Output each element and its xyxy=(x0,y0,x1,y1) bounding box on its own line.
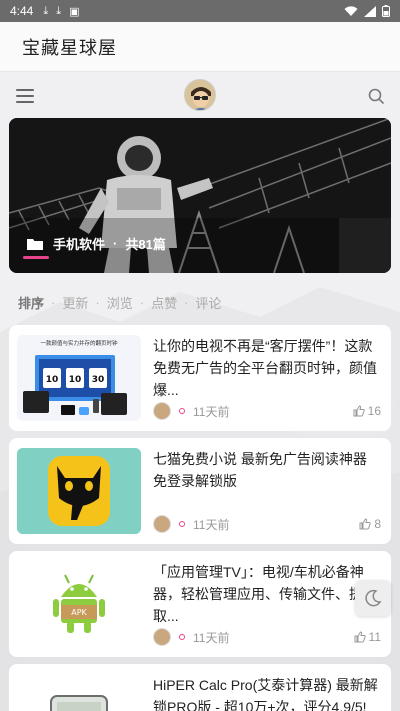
thumb-caption: 一款颜值与实力并存的翻页时钟 xyxy=(40,339,118,347)
sort-bar: 排序 · 更新 · 浏览 · 点赞 · 评论 xyxy=(18,293,222,312)
like-count[interactable]: 16 xyxy=(353,404,381,418)
author-avatar[interactable] xyxy=(153,515,171,533)
post-thumbnail: APK xyxy=(17,561,141,647)
post-title[interactable]: 七猫免费小说 最新免广告阅读神器 免登录解锁版 xyxy=(153,448,381,514)
site-avatar[interactable] xyxy=(184,79,216,111)
banner-separator: · xyxy=(113,236,118,251)
thumbs-up-icon xyxy=(354,631,366,643)
banner-category: 手机软件 xyxy=(53,237,106,252)
post-title[interactable]: HiPER Calc Pro(艾泰计算器) 最新解锁PRO版 - 超10万+次，… xyxy=(153,674,381,711)
status-dot-icon xyxy=(179,634,185,640)
notification-icon: ▣ xyxy=(69,5,80,18)
post-time: 11天前 xyxy=(193,630,230,645)
app-title: 宝藏星球屋 xyxy=(22,37,117,58)
post-meta: 11天前 11 xyxy=(153,627,381,647)
post-thumbnail xyxy=(17,674,141,711)
sort-option-views[interactable]: 浏览 xyxy=(107,293,133,312)
wifi-icon xyxy=(344,5,358,16)
category-banner[interactable]: 手机软件 · 共81篇 xyxy=(9,118,391,273)
banner-meta: 手机软件 · 共81篇 xyxy=(27,234,166,253)
dark-mode-button[interactable] xyxy=(355,580,391,616)
signal-icon xyxy=(364,5,376,17)
post-card[interactable]: 七猫免费小说 最新免广告阅读神器 免登录解锁版 11天前 8 xyxy=(9,438,391,544)
moon-icon xyxy=(365,589,382,607)
post-time: 11天前 xyxy=(193,404,230,419)
post-meta: 11天前 8 xyxy=(153,514,381,534)
like-count[interactable]: 8 xyxy=(359,517,381,531)
post-title[interactable]: 「应用管理TV」：电视/车机必备神器，轻松管理应用、传输文件、提取... xyxy=(153,561,381,627)
post-thumbnail: 一款颜值与实力并存的翻页时钟 10 10 30 xyxy=(17,335,141,421)
status-dot-icon xyxy=(179,408,185,414)
app-bar: 宝藏星球屋 xyxy=(0,22,400,72)
post-time: 11天前 xyxy=(193,517,230,532)
clock-digit: 10 xyxy=(69,375,82,385)
banner-underline xyxy=(23,256,49,259)
clock-digit: 30 xyxy=(92,375,105,385)
thumbs-up-icon xyxy=(353,405,365,417)
post-card[interactable]: 一款颜值与实力并存的翻页时钟 10 10 30 让你的电视不再是“客厅摆件”！这… xyxy=(9,325,391,431)
menu-icon[interactable] xyxy=(16,89,34,103)
post-meta: 11天前 16 xyxy=(153,401,381,421)
like-count[interactable]: 11 xyxy=(354,630,381,644)
author-avatar[interactable] xyxy=(153,402,171,420)
status-time: 4:44 xyxy=(10,4,34,18)
author-avatar[interactable] xyxy=(153,628,171,646)
nav-bar xyxy=(0,72,400,120)
banner-count: 共81篇 xyxy=(125,237,166,252)
post-card[interactable]: APK 「应用管理TV」：电视/车机必备神器，轻松管理应用、传输文件、提取...… xyxy=(9,551,391,657)
post-card[interactable]: HiPER Calc Pro(艾泰计算器) 最新解锁PRO版 - 超10万+次，… xyxy=(9,664,391,711)
post-thumbnail xyxy=(17,448,141,534)
search-icon[interactable] xyxy=(368,88,384,104)
status-bar: 4:44 ⤓ ⤓ ▣ xyxy=(0,0,400,22)
sort-title: 排序 xyxy=(18,296,45,311)
download-icon: ⤓ xyxy=(56,4,62,17)
thumbs-up-icon xyxy=(359,518,371,530)
sort-option-likes[interactable]: 点赞 xyxy=(151,293,177,312)
battery-icon xyxy=(382,5,390,17)
status-dot-icon xyxy=(179,521,185,527)
download-icon: ⤓ xyxy=(43,4,49,17)
sort-option-update[interactable]: 更新 xyxy=(62,293,88,312)
folder-icon xyxy=(27,238,43,250)
thumb-caption: APK xyxy=(71,608,87,617)
clock-digit: 10 xyxy=(46,375,59,385)
post-title[interactable]: 让你的电视不再是“客厅摆件”！这款免费无广告的全平台翻页时钟，颜值爆... xyxy=(153,335,381,401)
sort-option-comments[interactable]: 评论 xyxy=(195,293,221,312)
